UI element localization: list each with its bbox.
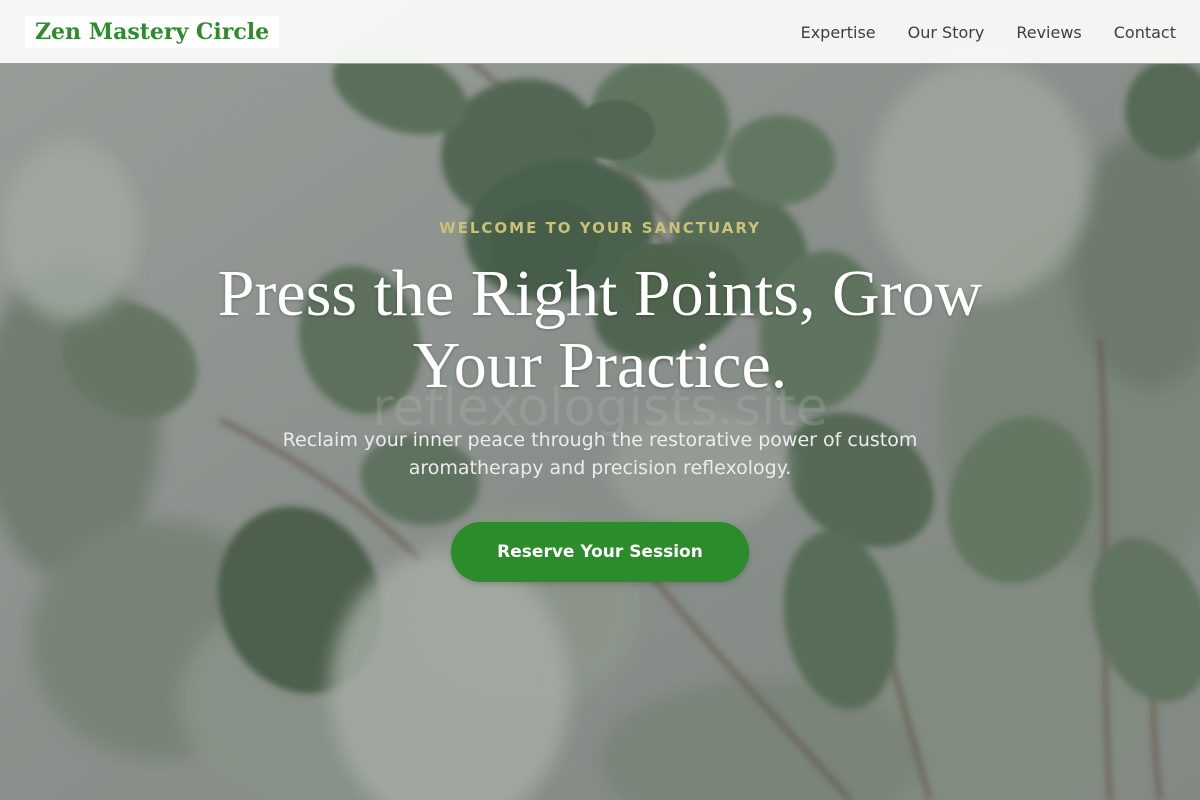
hero-subtext: Reclaim your inner peace through the res…: [282, 429, 918, 479]
nav-link-contact[interactable]: Contact: [1114, 23, 1176, 42]
main-nav: Expertise Our Story Reviews Contact: [801, 0, 1176, 64]
nav-link-reviews[interactable]: Reviews: [1016, 23, 1081, 42]
site-logo[interactable]: Zen Mastery Circle: [25, 16, 280, 48]
hero-section: WELCOME TO YOUR SANCTUARY reflexologists…: [0, 0, 1200, 800]
hero-headline: Press the Right Points, Grow Your Practi…: [217, 257, 983, 402]
reserve-session-button[interactable]: Reserve Your Session: [451, 522, 749, 582]
nav-link-expertise[interactable]: Expertise: [801, 23, 876, 42]
hero-eyebrow: WELCOME TO YOUR SANCTUARY: [439, 219, 761, 237]
nav-link-our-story[interactable]: Our Story: [908, 23, 985, 42]
landing-page: Zen Mastery Circle Expertise Our Story R…: [0, 0, 1200, 800]
site-header: Zen Mastery Circle Expertise Our Story R…: [0, 0, 1200, 64]
